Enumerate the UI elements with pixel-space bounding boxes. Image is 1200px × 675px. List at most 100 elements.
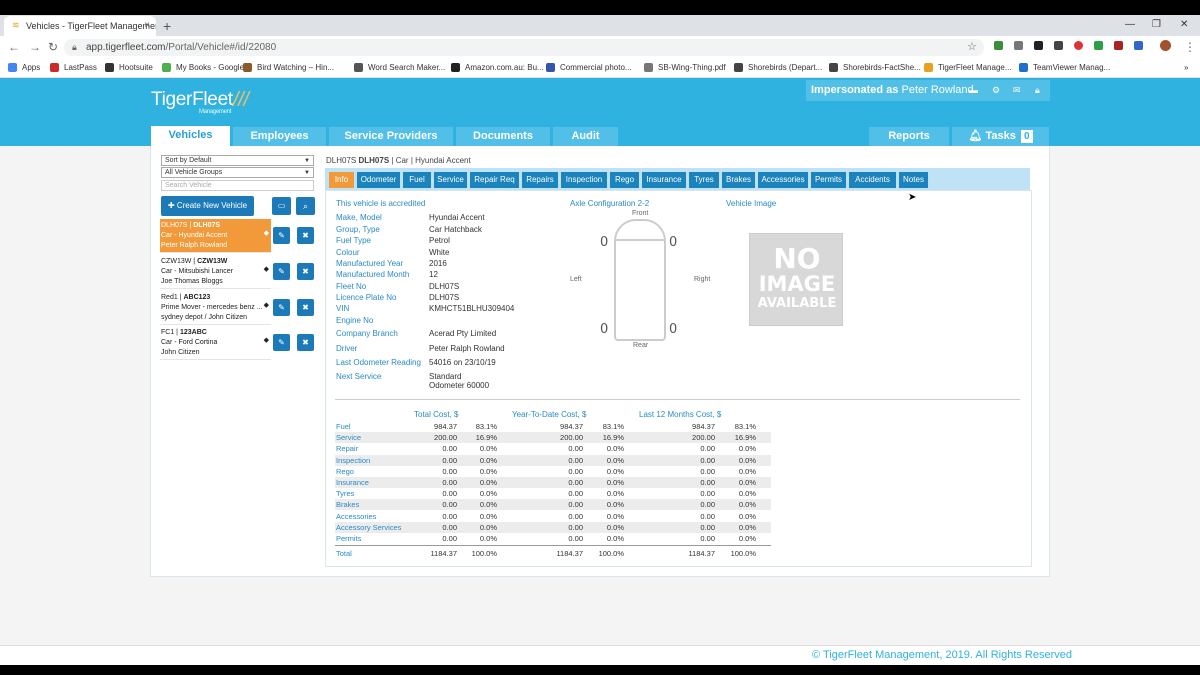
new-tab-button[interactable]: + xyxy=(163,16,171,36)
vehicle-list-item[interactable]: Red1 | ABC123 Prime Mover - mercedes ben… xyxy=(160,291,271,325)
adblock-icon[interactable] xyxy=(1074,41,1083,50)
cost-row: Accessories 0.00 0.0% 0.00 0.0% 0.00 0.0% xyxy=(335,511,771,522)
nav-tab-reports[interactable]: Reports xyxy=(869,127,949,146)
group-select[interactable]: All Vehicle Groups ▼ xyxy=(161,167,314,178)
bookmark-item[interactable]: Bird Watching – Hin... xyxy=(243,58,334,78)
delete-vehicle-icon[interactable]: ✖ xyxy=(297,299,314,316)
detail-tab-tyres[interactable]: Tyres xyxy=(689,172,719,188)
folder-icon[interactable]: ▭ xyxy=(272,197,291,215)
nav-tab-audit[interactable]: Audit xyxy=(553,127,618,146)
restore-icon[interactable]: ❐ xyxy=(1152,16,1161,34)
cost-category[interactable]: Brakes xyxy=(336,499,359,510)
edit-vehicle-icon[interactable]: ✎ xyxy=(273,334,290,351)
detail-tab-inspection[interactable]: Inspection xyxy=(561,172,607,188)
dropdown-arrow-icon: ▼ xyxy=(304,170,310,176)
detail-tab-info[interactable]: Info xyxy=(329,172,354,188)
cost-category[interactable]: Insurance xyxy=(336,477,369,488)
cost-category[interactable]: Service xyxy=(336,432,361,443)
cost-value: 0.00 xyxy=(442,522,457,532)
wheel-front-left[interactable]: 0 xyxy=(600,235,608,250)
cost-category[interactable]: Total xyxy=(336,548,352,559)
detail-tab-repair-req[interactable]: Repair Req xyxy=(470,172,519,188)
mail-icon[interactable]: ✉ xyxy=(1013,84,1021,96)
cost-category[interactable]: Inspection xyxy=(336,455,370,466)
forward-arrow-icon[interactable]: → xyxy=(29,38,41,56)
edit-vehicle-icon[interactable]: ✎ xyxy=(273,299,290,316)
detail-tab-accessories[interactable]: Accessories xyxy=(758,172,808,188)
vehicle-list-item[interactable]: DLH07S | DLH07S Car - Hyundai Accent Pet… xyxy=(160,219,271,253)
bookmark-item[interactable]: Amazon.com.au: Bu... xyxy=(451,58,544,78)
detail-tab-notes[interactable]: Notes xyxy=(899,172,928,188)
lock-logout-icon[interactable]: 🔒︎ xyxy=(1035,84,1040,96)
create-new-vehicle-button[interactable]: ✚ Create New Vehicle xyxy=(161,196,254,216)
wheel-rear-right[interactable]: 0 xyxy=(669,322,677,337)
edit-vehicle-icon[interactable]: ✎ xyxy=(273,227,290,244)
detail-tab-odometer[interactable]: Odometer xyxy=(357,172,400,188)
extension-icon[interactable] xyxy=(994,41,1003,50)
delete-vehicle-icon[interactable]: ✖ xyxy=(297,334,314,351)
profile-avatar[interactable] xyxy=(1160,40,1171,51)
extension-icon[interactable] xyxy=(1134,41,1143,50)
detail-tab-rego[interactable]: Rego xyxy=(610,172,639,188)
nav-tab-employees[interactable]: Employees xyxy=(233,127,326,146)
window-close-icon[interactable]: ✕ xyxy=(1180,16,1188,34)
bookmark-item[interactable]: Apps xyxy=(8,58,40,78)
url-field[interactable]: 🔒︎ app.tigerfleet.com/Portal/Vehicle#/id… xyxy=(64,39,984,56)
bookmark-item[interactable]: Shorebirds (Depart... xyxy=(734,58,822,78)
bookmark-item[interactable]: LastPass xyxy=(50,58,97,78)
browser-tab[interactable]: ≋ Vehicles - TigerFleet Management × xyxy=(4,16,156,36)
nav-tab-tasks[interactable]: 🔔︎ Tasks 0 xyxy=(952,127,1049,146)
tab-close-icon[interactable]: × xyxy=(144,16,150,36)
detail-tab-permits[interactable]: Permits xyxy=(811,172,846,188)
tigerfleet-logo[interactable]: TigerFleet Management /// xyxy=(151,89,249,115)
detail-tab-fuel[interactable]: Fuel xyxy=(403,172,431,188)
bookmark-item[interactable]: TeamViewer Manag... xyxy=(1019,58,1110,78)
extension-icon[interactable] xyxy=(1094,41,1103,50)
settings-gear-icon[interactable]: ⚙ xyxy=(992,84,1000,96)
delete-vehicle-icon[interactable]: ✖ xyxy=(297,263,314,280)
wheel-front-right[interactable]: 0 xyxy=(669,235,677,250)
extension-icon[interactable] xyxy=(1014,41,1023,50)
cost-category[interactable]: Repair xyxy=(336,443,358,454)
cost-category[interactable]: Fuel xyxy=(336,421,351,432)
id-card-icon[interactable]: ▬ xyxy=(969,84,978,96)
bookmark-item[interactable]: My Books - Google... xyxy=(162,58,251,78)
detail-tab-insurance[interactable]: Insurance xyxy=(642,172,686,188)
minimize-icon[interactable]: — xyxy=(1125,16,1135,34)
bookmark-item[interactable]: Shorebirds-FactShe... xyxy=(829,58,921,78)
vehicle-list-item[interactable]: FC1 | 123ABC Car - Ford Cortina John Cit… xyxy=(160,326,271,360)
cost-category[interactable]: Rego xyxy=(336,466,354,477)
extension-icon[interactable] xyxy=(1114,41,1123,50)
cost-category[interactable]: Accessory Services xyxy=(336,522,401,533)
delete-vehicle-icon[interactable]: ✖ xyxy=(297,227,314,244)
detail-tab-service[interactable]: Service xyxy=(434,172,467,188)
cost-category[interactable]: Accessories xyxy=(336,511,376,522)
detail-tab-brakes[interactable]: Brakes xyxy=(722,172,755,188)
sort-select[interactable]: Sort by Default ▼ xyxy=(161,155,314,166)
detail-tab-accidents[interactable]: Accidents xyxy=(849,172,896,188)
nav-tab-vehicles[interactable]: Vehicles xyxy=(151,126,230,146)
reload-icon[interactable]: ↻ xyxy=(48,38,58,56)
search-icon[interactable]: ⌕ xyxy=(296,197,315,215)
nav-tab-documents[interactable]: Documents xyxy=(456,127,550,146)
bookmarks-overflow-icon[interactable]: » xyxy=(1184,58,1188,78)
browser-menu-icon[interactable]: ⋮ xyxy=(1184,38,1196,56)
cost-category[interactable]: Permits xyxy=(336,533,361,544)
bookmark-item[interactable]: Hootsuite xyxy=(105,58,153,78)
vehicle-list-item[interactable]: CZW13W | CZW13W Car - Mitsubishi Lancer … xyxy=(160,255,271,289)
edit-vehicle-icon[interactable]: ✎ xyxy=(273,263,290,280)
bookmark-star-icon[interactable]: ☆ xyxy=(967,38,977,56)
wheel-rear-left[interactable]: 0 xyxy=(600,322,608,337)
bookmark-item[interactable]: Commercial photo... xyxy=(546,58,632,78)
search-vehicle-input[interactable]: Search Vehicle xyxy=(161,180,314,191)
cost-category[interactable]: Tyres xyxy=(336,488,354,499)
bookmark-item[interactable]: SB-Wing-Thing.pdf xyxy=(644,58,726,78)
detail-tab-repairs[interactable]: Repairs xyxy=(522,172,558,188)
no-image-placeholder[interactable]: NO IMAGE AVAILABLE xyxy=(749,233,843,326)
extension-icon[interactable] xyxy=(1034,41,1043,50)
back-arrow-icon[interactable]: ← xyxy=(8,38,20,56)
nav-tab-service-providers[interactable]: Service Providers xyxy=(329,127,453,146)
bookmark-item[interactable]: Word Search Maker... xyxy=(354,58,445,78)
extension-icon[interactable] xyxy=(1054,41,1063,50)
bookmark-item[interactable]: TigerFleet Manage... xyxy=(924,58,1012,78)
